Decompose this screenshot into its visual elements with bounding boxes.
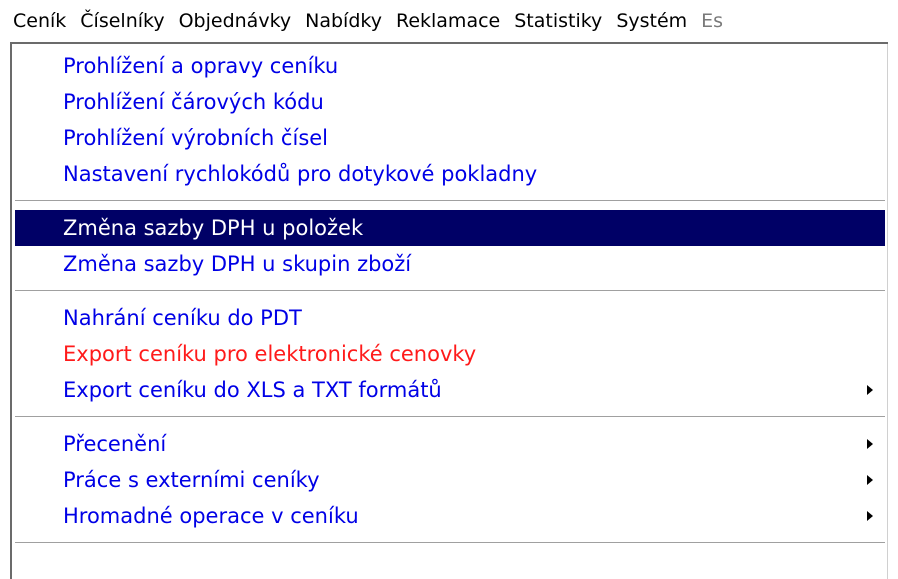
menu-item-prohlizeni-carovych-kodu[interactable]: Prohlížení čárových kódu	[15, 84, 885, 120]
menu-item-zmena-dph-skupin[interactable]: Změna sazby DPH u skupin zboží	[15, 246, 885, 282]
menu-separator	[15, 534, 885, 552]
menu-item-prohlizeni-opravy-ceniku[interactable]: Prohlížení a opravy ceníku	[15, 48, 885, 84]
menubar-item-cenik[interactable]: Ceník	[0, 0, 73, 42]
menu-item-prace-s-externimi-ceniky[interactable]: Práce s externími ceníky	[15, 462, 885, 498]
menu-item-hromadne-operace[interactable]: Hromadné operace v ceníku	[15, 498, 885, 534]
menubar-item-reklamace[interactable]: Reklamace	[389, 0, 507, 42]
menu-separator	[15, 192, 885, 210]
menubar-item-system[interactable]: Systém	[609, 0, 694, 42]
menu-group-pricing: Přecenění Práce s externími ceníky Hroma…	[12, 426, 888, 534]
menu-item-label: Přecenění	[63, 432, 167, 456]
menubar-item-objednavky[interactable]: Objednávky	[172, 0, 299, 42]
menubar-item-statistiky[interactable]: Statistiky	[507, 0, 609, 42]
menu-bar: Ceník Číselníky Objednávky Nabídky Rekla…	[0, 0, 898, 42]
menu-item-export-xls-txt[interactable]: Export ceníku do XLS a TXT formátů	[15, 372, 885, 408]
triangle-right-icon	[867, 439, 873, 449]
cenik-dropdown-menu: Prohlížení a opravy ceníku Prohlížení čá…	[10, 42, 888, 579]
menu-group-vat: Změna sazby DPH u položek Změna sazby DP…	[12, 210, 888, 282]
menu-group-export: Nahrání ceníku do PDT Export ceníku pro …	[12, 300, 888, 408]
menu-item-label: Hromadné operace v ceníku	[63, 504, 359, 528]
menu-separator	[15, 408, 885, 426]
menu-separator	[15, 282, 885, 300]
menu-item-zmena-dph-polozek[interactable]: Změna sazby DPH u položek	[15, 210, 885, 246]
menu-item-label: Export ceníku do XLS a TXT formátů	[63, 378, 442, 402]
menu-item-prohlizeni-vyrobnich-cisel[interactable]: Prohlížení výrobních čísel	[15, 120, 885, 156]
menubar-item-ciselniky[interactable]: Číselníky	[73, 0, 171, 42]
menu-item-preceneni[interactable]: Přecenění	[15, 426, 885, 462]
triangle-right-icon	[867, 511, 873, 521]
triangle-right-icon	[867, 475, 873, 485]
triangle-right-icon	[867, 385, 873, 395]
menu-item-nastaveni-rychlokodu[interactable]: Nastavení rychlokódů pro dotykové poklad…	[15, 156, 885, 192]
menu-item-export-elektronicke-cenovky[interactable]: Export ceníku pro elektronické cenovky	[15, 336, 885, 372]
menu-item-nahrani-do-pdt[interactable]: Nahrání ceníku do PDT	[15, 300, 885, 336]
menubar-item-nabidky[interactable]: Nabídky	[298, 0, 389, 42]
menu-group-browse: Prohlížení a opravy ceníku Prohlížení čá…	[12, 48, 888, 192]
menubar-item-es[interactable]: Es	[694, 0, 730, 42]
menu-item-label: Práce s externími ceníky	[63, 468, 320, 492]
